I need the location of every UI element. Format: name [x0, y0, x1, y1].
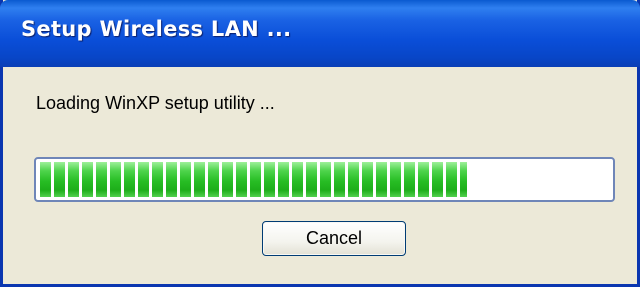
dialog-title: Setup Wireless LAN ...: [21, 17, 292, 41]
progress-bar: [34, 157, 615, 202]
status-message: Loading WinXP setup utility ...: [36, 93, 275, 113]
title-bar[interactable]: Setup Wireless LAN ...: [0, 0, 640, 67]
setup-dialog: Setup Wireless LAN ... Loading WinXP set…: [0, 0, 640, 287]
progress-bar-fill: [40, 162, 467, 197]
cancel-button[interactable]: Cancel: [262, 221, 406, 256]
